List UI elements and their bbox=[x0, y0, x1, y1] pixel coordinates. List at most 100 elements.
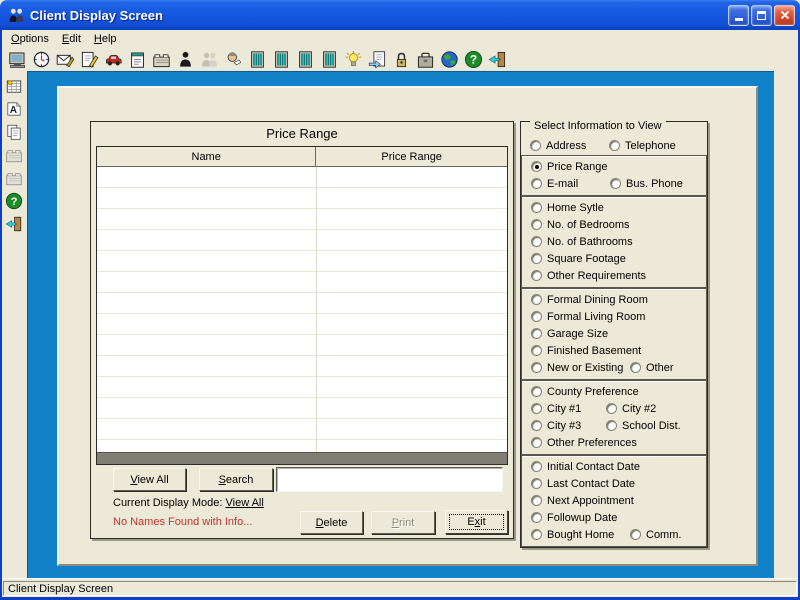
table-scrollbar[interactable] bbox=[97, 452, 507, 464]
print-button[interactable]: Print bbox=[371, 511, 435, 534]
two-people-icon bbox=[8, 7, 25, 24]
lock-icon bbox=[392, 50, 411, 69]
mail-pen-button[interactable] bbox=[53, 49, 77, 71]
card-file-button[interactable] bbox=[149, 49, 173, 71]
radio-county-preference[interactable]: County Preference bbox=[531, 386, 639, 398]
lock-button[interactable] bbox=[389, 49, 413, 71]
radio-bought-home[interactable]: Bought Home bbox=[531, 529, 630, 541]
client-display-form: Price Range Name Price Range View All Se… bbox=[57, 86, 758, 566]
radio-row: Formal Living Room bbox=[522, 308, 706, 325]
radio-circle bbox=[531, 461, 542, 472]
menu-help[interactable]: Help bbox=[89, 31, 125, 47]
spreadsheet-button[interactable] bbox=[3, 76, 25, 96]
radio-bus-phone[interactable]: Bus. Phone bbox=[610, 178, 683, 190]
contact-face-button[interactable] bbox=[221, 49, 245, 71]
radio-city-3[interactable]: City #3 bbox=[531, 420, 606, 432]
radio-school-dist[interactable]: School Dist. bbox=[606, 420, 681, 432]
table-header: Name Price Range bbox=[97, 147, 507, 167]
radio-circle bbox=[606, 403, 617, 414]
radio-row: Address Telephone bbox=[521, 134, 707, 155]
radio-city-1[interactable]: City #1 bbox=[531, 403, 606, 415]
radio-new-or-existing[interactable]: New or Existing bbox=[531, 362, 630, 374]
radio-followup-date[interactable]: Followup Date bbox=[531, 512, 617, 524]
lightbulb-icon bbox=[344, 50, 363, 69]
help-icon bbox=[5, 192, 23, 210]
radio-bathrooms[interactable]: No. of Bathrooms bbox=[531, 236, 633, 248]
radio-circle bbox=[630, 529, 641, 540]
safe-button[interactable] bbox=[413, 49, 437, 71]
search-button[interactable]: Search bbox=[199, 468, 273, 491]
radio-row: City #1 City #2 bbox=[522, 400, 706, 417]
view-all-button[interactable]: View All bbox=[113, 468, 186, 491]
spreadsheet-icon bbox=[5, 77, 23, 95]
radio-price-range[interactable]: Price Range bbox=[531, 161, 608, 173]
radio-other[interactable]: Other bbox=[630, 362, 674, 374]
radio-row: New or Existing Other bbox=[522, 359, 706, 376]
globe-button[interactable] bbox=[437, 49, 461, 71]
radio-email[interactable]: E-mail bbox=[531, 178, 610, 190]
radio-home-style[interactable]: Home Sytle bbox=[531, 202, 604, 214]
card-file-button[interactable] bbox=[3, 168, 25, 188]
radio-next-appointment[interactable]: Next Appointment bbox=[531, 495, 634, 507]
menu-edit[interactable]: Edit bbox=[57, 31, 89, 47]
radio-square-footage[interactable]: Square Footage bbox=[531, 253, 626, 265]
help-button[interactable] bbox=[461, 49, 485, 71]
clock-button[interactable] bbox=[29, 49, 53, 71]
radio-circle bbox=[531, 236, 542, 247]
exit-door-button[interactable] bbox=[3, 214, 25, 234]
computer-button[interactable] bbox=[5, 49, 29, 71]
notepad-button[interactable] bbox=[125, 49, 149, 71]
exit-door-button[interactable] bbox=[485, 49, 509, 71]
maximize-button[interactable] bbox=[751, 5, 772, 26]
delete-button[interactable]: Delete bbox=[300, 511, 363, 534]
radio-other-preferences[interactable]: Other Preferences bbox=[531, 437, 637, 449]
table-body[interactable] bbox=[97, 167, 507, 452]
door-bars-button[interactable] bbox=[245, 49, 269, 71]
door-bars-button[interactable] bbox=[317, 49, 341, 71]
minimize-icon bbox=[735, 18, 743, 21]
font-a-button[interactable] bbox=[3, 99, 25, 119]
door-bars-button[interactable] bbox=[293, 49, 317, 71]
page-send-button[interactable] bbox=[365, 49, 389, 71]
person-button[interactable] bbox=[173, 49, 197, 71]
status-bar: Client Display Screen bbox=[2, 578, 798, 597]
radio-finished-basement[interactable]: Finished Basement bbox=[531, 345, 641, 357]
radio-garage-size[interactable]: Garage Size bbox=[531, 328, 608, 340]
radio-bedrooms[interactable]: No. of Bedrooms bbox=[531, 219, 630, 231]
card-file-button[interactable] bbox=[3, 145, 25, 165]
close-button[interactable] bbox=[774, 5, 795, 26]
radio-other-requirements[interactable]: Other Requirements bbox=[531, 270, 646, 282]
toolbar bbox=[2, 48, 798, 71]
radio-row: E-mail Bus. Phone bbox=[522, 175, 706, 192]
radio-row: Square Footage bbox=[522, 250, 706, 267]
copy-pages-icon bbox=[5, 123, 23, 141]
radio-formal-living[interactable]: Formal Living Room bbox=[531, 311, 645, 323]
help-button[interactable] bbox=[3, 191, 25, 211]
radio-comm[interactable]: Comm. bbox=[630, 529, 681, 541]
radio-last-contact-date[interactable]: Last Contact Date bbox=[531, 478, 635, 490]
display-mode-label: Current Display Mode: bbox=[113, 497, 222, 509]
radio-circle bbox=[531, 495, 542, 506]
exit-button[interactable]: Exit bbox=[445, 510, 508, 534]
radio-groups: Address Telephone Price Range E-mail Bus… bbox=[521, 134, 707, 547]
radio-formal-dining[interactable]: Formal Dining Room bbox=[531, 294, 648, 306]
column-header-price-range[interactable]: Price Range bbox=[316, 147, 507, 166]
door-bars-button[interactable] bbox=[269, 49, 293, 71]
client-area: Price Range Name Price Range View All Se… bbox=[0, 71, 800, 578]
minimize-button[interactable] bbox=[728, 5, 749, 26]
car-button[interactable] bbox=[101, 49, 125, 71]
search-input[interactable] bbox=[276, 467, 503, 492]
people-button[interactable] bbox=[197, 49, 221, 71]
radio-address[interactable]: Address bbox=[530, 140, 609, 152]
radio-city-2[interactable]: City #2 bbox=[606, 403, 656, 415]
menu-options[interactable]: Options bbox=[6, 31, 57, 47]
radio-circle bbox=[531, 161, 542, 172]
radio-telephone[interactable]: Telephone bbox=[609, 140, 676, 152]
radio-initial-contact-date[interactable]: Initial Contact Date bbox=[531, 461, 640, 473]
title-bar[interactable]: Client Display Screen bbox=[0, 0, 800, 30]
copy-pages-button[interactable] bbox=[3, 122, 25, 142]
safe-icon bbox=[416, 50, 435, 69]
note-pencil-button[interactable] bbox=[77, 49, 101, 71]
lightbulb-button[interactable] bbox=[341, 49, 365, 71]
column-header-name[interactable]: Name bbox=[97, 147, 316, 166]
